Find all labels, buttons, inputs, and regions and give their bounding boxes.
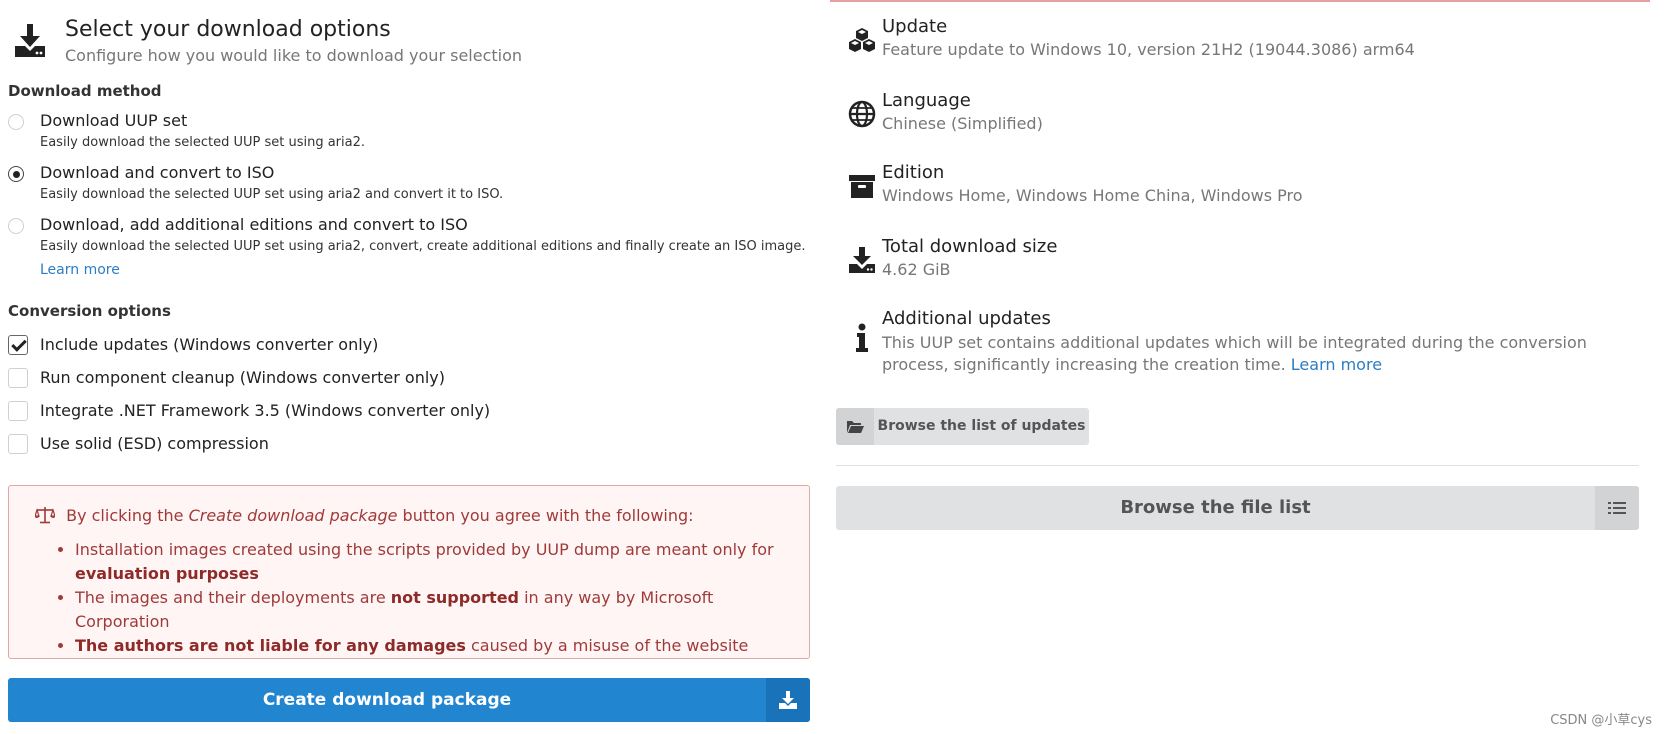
page-title: Select your download options <box>65 17 391 42</box>
checkbox-label[interactable]: Use solid (ESD) compression <box>40 434 269 453</box>
page-subtitle: Configure how you would like to download… <box>65 46 523 65</box>
info-title: Edition <box>882 162 945 183</box>
warning-list: Installation images created using the sc… <box>57 538 775 658</box>
checkbox-label[interactable]: Include updates (Windows converter only) <box>40 335 378 354</box>
list-item: The images and their deployments are not… <box>75 586 775 634</box>
checkbox[interactable] <box>8 434 28 454</box>
download-icon[interactable] <box>766 678 810 722</box>
checkbox-label[interactable]: Integrate .NET Framework 3.5 (Windows co… <box>40 401 490 420</box>
divider <box>836 465 1639 466</box>
info-description: This UUP set contains additional updates… <box>882 333 1587 374</box>
conversion-options-label: Conversion options <box>8 302 171 320</box>
download-icon <box>12 22 48 58</box>
radio-description: Easily download the selected UUP set usi… <box>40 239 806 254</box>
download-method-label: Download method <box>8 82 162 100</box>
checkbox-component-cleanup[interactable]: Run component cleanup (Windows converter… <box>8 368 808 392</box>
create-download-package-button[interactable]: Create download package <box>8 678 810 722</box>
info-value: Windows Home, Windows Home China, Window… <box>882 186 1303 205</box>
list-item: Installation images created using the sc… <box>75 538 775 586</box>
balance-scale-icon <box>34 506 66 525</box>
warning-text-em: Create download package <box>188 506 398 525</box>
info-value: 4.62 GiB <box>882 260 951 279</box>
learn-more-link[interactable]: Learn more <box>1291 355 1382 374</box>
info-title: Update <box>882 16 948 37</box>
list-icon[interactable] <box>1595 486 1639 530</box>
radio-label[interactable]: Download UUP set <box>40 111 187 130</box>
download-icon <box>846 244 878 276</box>
checkbox-esd-compression[interactable]: Use solid (ESD) compression <box>8 434 808 458</box>
info-value: Feature update to Windows 10, version 21… <box>882 40 1415 59</box>
browse-file-list-button[interactable]: Browse the file list <box>836 486 1639 530</box>
warning-text-prefix: By clicking the <box>66 506 184 525</box>
checkbox[interactable] <box>8 368 28 388</box>
info-title: Language <box>882 90 971 111</box>
info-title: Total download size <box>882 236 1058 257</box>
radio-label[interactable]: Download, add additional editions and co… <box>40 215 468 234</box>
radio-description: Easily download the selected UUP set usi… <box>40 135 366 150</box>
checkbox-label[interactable]: Run component cleanup (Windows converter… <box>40 368 445 387</box>
warning-header: By clicking the Create download package … <box>34 506 694 525</box>
warning-text-suffix: button you agree with the following: <box>402 506 694 525</box>
info-title: Additional updates <box>882 308 1051 329</box>
checkbox[interactable] <box>8 401 28 421</box>
radio-description: Easily download the selected UUP set usi… <box>40 187 504 202</box>
checkbox-include-updates[interactable]: Include updates (Windows converter only) <box>8 335 808 359</box>
checkbox-net-framework[interactable]: Integrate .NET Framework 3.5 (Windows co… <box>8 401 808 425</box>
archive-icon <box>846 170 878 202</box>
agreement-warning: By clicking the Create download package … <box>8 485 810 659</box>
folder-open-icon[interactable] <box>836 408 874 445</box>
top-border <box>830 0 1650 2</box>
globe-icon <box>846 98 878 130</box>
info-value: This UUP set contains additional updates… <box>882 332 1652 376</box>
list-item: The authors are not liable for any damag… <box>75 634 775 658</box>
radio-button[interactable] <box>8 218 24 234</box>
button-label[interactable]: Create download package <box>8 678 766 722</box>
info-value: Chinese (Simplified) <box>882 114 1043 133</box>
cubes-icon <box>846 24 878 56</box>
radio-button[interactable] <box>8 166 24 182</box>
checkbox[interactable] <box>8 335 28 355</box>
browse-updates-button[interactable]: Browse the list of updates <box>836 408 1089 445</box>
button-label[interactable]: Browse the file list <box>836 486 1595 530</box>
radio-label[interactable]: Download and convert to ISO <box>40 163 274 182</box>
watermark: CSDN @小草cys <box>1550 713 1652 728</box>
learn-more-link[interactable]: Learn more <box>40 262 120 278</box>
info-icon <box>846 322 878 354</box>
radio-button[interactable] <box>8 114 24 130</box>
button-label[interactable]: Browse the list of updates <box>874 408 1089 445</box>
